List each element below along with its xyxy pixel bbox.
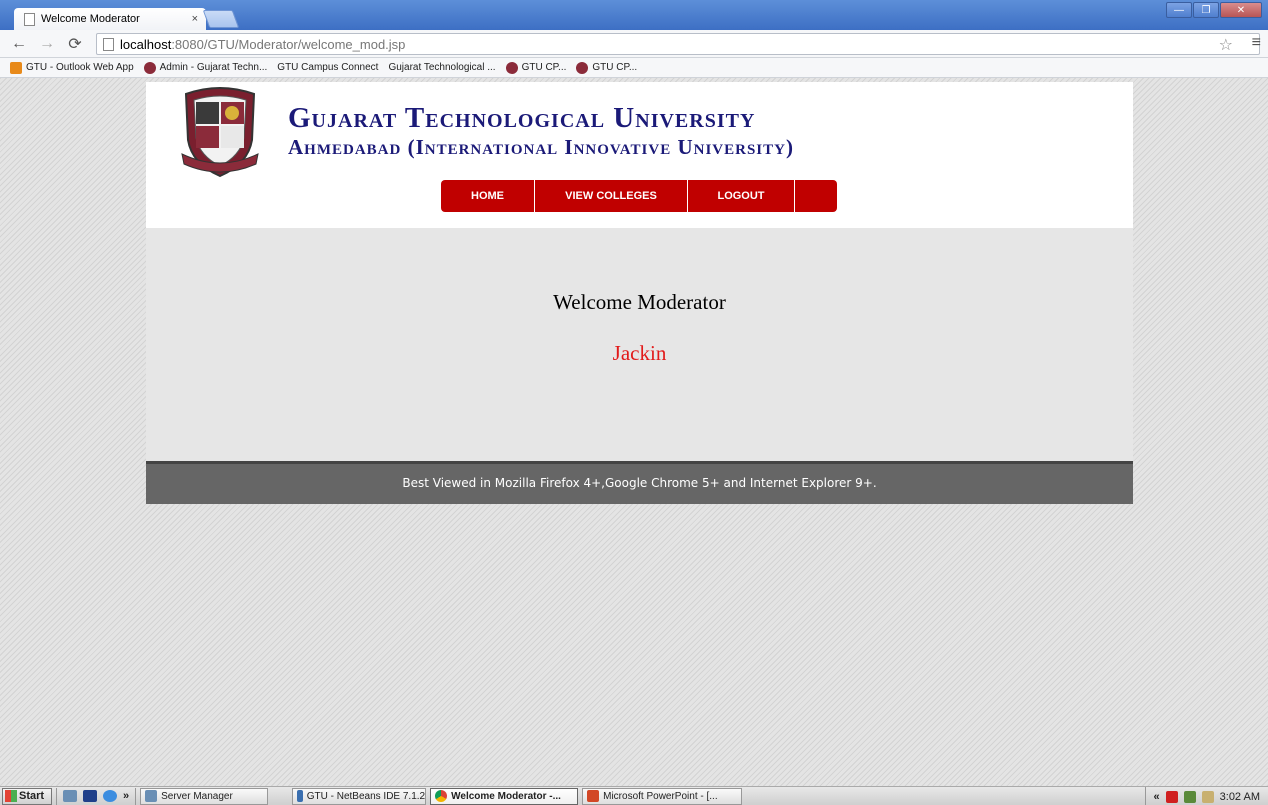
bookmark-item[interactable]: GTU - Outlook Web App [10,61,134,74]
page-viewport: Gujarat Technological University Ahmedab… [0,78,1268,786]
nav-empty-slot [795,180,837,212]
close-tab-icon[interactable]: × [192,13,198,25]
nav-home-link[interactable]: Home [441,180,535,212]
system-tray: « 3:02 AM [1144,787,1268,805]
maximize-button[interactable]: ❐ [1193,2,1219,18]
clock[interactable]: 3:02 AM [1220,791,1260,803]
quick-launch: » [56,787,137,805]
bookmark-item[interactable]: Admin - Gujarat Techn... [143,61,268,74]
tray-app-icon[interactable] [1165,790,1178,803]
chrome-icon [435,790,448,802]
site-footer: Best Viewed in Mozilla Firefox 4+,Google… [146,461,1133,504]
bookmark-label: GTU - Outlook Web App [26,62,134,73]
site-header: Gujarat Technological University Ahmedab… [146,82,1133,228]
site-container: Gujarat Technological University Ahmedab… [146,82,1133,504]
nav-logout-link[interactable]: Logout [688,180,795,212]
browser-titlebar: Welcome Moderator × — ❐ ✕ [0,0,1268,30]
window-controls: — ❐ ✕ [1166,2,1262,18]
page-icon [103,37,114,51]
url-path: :8080/GTU/Moderator/welcome_mod.jsp [171,36,406,52]
forward-arrow-icon[interactable]: → [38,35,56,53]
taskbar-item-chrome[interactable]: Welcome Moderator -... [430,787,579,805]
powershell-icon[interactable] [83,790,97,802]
welcome-heading: Welcome Moderator [553,290,726,314]
internet-explorer-icon[interactable] [103,790,117,802]
taskbar-item-label: Welcome Moderator -... [451,790,561,802]
title-line-1: Gujarat Technological University [288,102,756,134]
taskbar-item-netbeans[interactable]: GTU - NetBeans IDE 7.1.2 [292,787,427,805]
tab-title: Welcome Moderator [41,13,140,25]
taskbar-item-label: GTU - NetBeans IDE 7.1.2 [306,790,426,802]
bookmark-item[interactable]: GTU Campus Connect [0,62,379,148]
university-crest-logo [181,87,259,178]
gtu-logo-icon [576,61,589,74]
bookmark-item[interactable]: Gujarat Technological ... [0,62,496,148]
volume-icon[interactable] [1201,790,1214,803]
university-title: Gujarat Technological University Ahmedab… [288,102,794,160]
gtu-logo-icon [505,61,518,74]
taskbar-item-server-manager[interactable]: Server Manager [140,787,269,805]
menu-icon[interactable]: ≡ [1252,34,1261,52]
browser-tab[interactable]: Welcome Moderator × [14,8,206,30]
bookmarks-bar: GTU - Outlook Web App Admin - Gujarat Te… [0,58,1268,148]
title-line-2: Ahmedabad (International Innovative Univ… [288,135,794,159]
bookmark-item[interactable]: GTU CP... [505,61,567,74]
close-window-button[interactable]: ✕ [1220,2,1262,18]
gtu-logo-icon [143,61,156,74]
page-icon [24,12,35,26]
server-manager-icon[interactable] [63,790,77,802]
outlook-icon [10,61,22,74]
reload-icon[interactable]: ⟳ [66,34,84,54]
more-chevron-icon[interactable]: » [123,790,129,802]
minimize-button[interactable]: — [1166,2,1192,18]
windows-taskbar: Start » Server Manager GTU - NetBeans ID… [0,786,1268,805]
url-text: localhost:8080/GTU/Moderator/welcome_mod… [120,37,405,52]
bookmark-item[interactable]: GTU CP... [576,61,638,74]
taskbar-item-powerpoint[interactable]: Microsoft PowerPoint - [... [582,787,743,805]
moderator-name: Jackin [612,341,667,365]
taskbar-item-label: Server Manager [161,790,233,802]
bookmark-label: GTU CP... [592,62,638,73]
nav-view-colleges-link[interactable]: View Colleges [535,180,688,212]
url-host: localhost [120,36,172,52]
main-nav: Home View Colleges Logout [441,180,837,212]
start-label: Start [19,790,45,802]
netbeans-icon [297,790,303,802]
tray-expand-icon[interactable]: « [1154,791,1160,803]
bookmark-label: GTU CP... [521,62,567,73]
back-arrow-icon[interactable]: ← [10,35,28,53]
taskbar-item-label: Microsoft PowerPoint - [... [603,790,718,802]
bookmark-label: Admin - Gujarat Techn... [159,62,268,73]
windows-logo-icon [5,790,17,802]
powerpoint-icon [587,790,600,802]
start-button[interactable]: Start [2,787,52,805]
bookmark-star-icon[interactable]: ☆ [1219,35,1233,55]
bookmark-label: Gujarat Technological ... [388,62,496,73]
welcome-panel: Welcome Moderator Jackin [146,228,1133,461]
bookmark-label: GTU Campus Connect [277,62,379,73]
new-tab-button[interactable] [202,10,240,28]
server-manager-icon [145,790,158,802]
network-icon[interactable] [1183,790,1196,803]
address-bar[interactable]: localhost:8080/GTU/Moderator/welcome_mod… [96,33,1261,55]
